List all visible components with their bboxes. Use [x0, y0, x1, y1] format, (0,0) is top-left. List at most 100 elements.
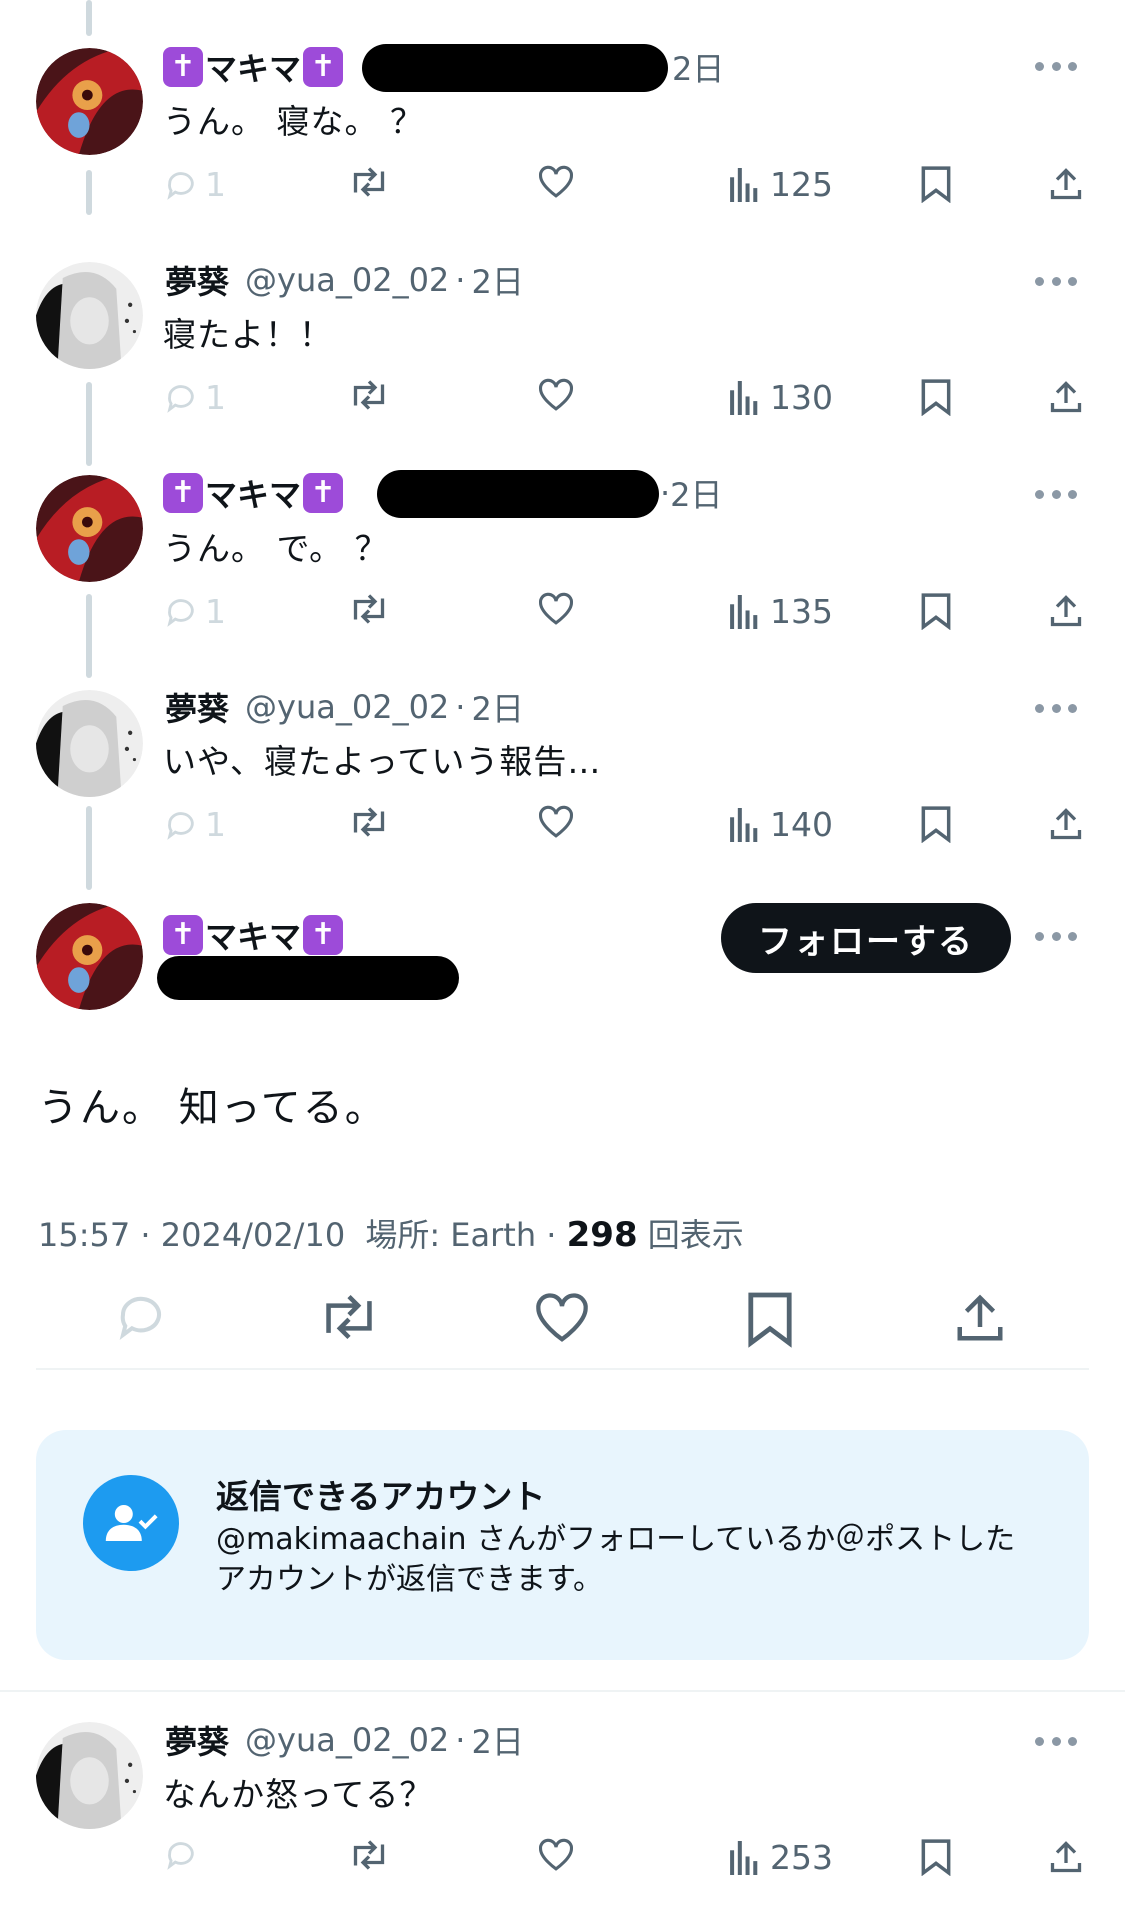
reply-count: 1 [205, 592, 226, 631]
redacted-handle [362, 44, 668, 92]
post-text: なんか怒ってる？ [163, 1775, 434, 1814]
more-options-icon[interactable] [1035, 490, 1077, 502]
bookmark-button[interactable] [920, 592, 952, 630]
separator: · [455, 1721, 466, 1759]
reply-button[interactable]: 1 [163, 805, 226, 844]
like-button[interactable] [537, 165, 575, 199]
post-time: · 2日 [660, 474, 723, 514]
share-button[interactable] [953, 1290, 1007, 1346]
post-timestamp[interactable]: 15:57 · 2024/02/10 [38, 1216, 345, 1254]
post-location: 場所: Earth [365, 1216, 537, 1254]
views-button[interactable]: 130 [728, 378, 833, 417]
post-header: 夢葵 @yua_02_02 · 2日 [163, 1715, 524, 1765]
post-header: ✝ マキマ ✝ [163, 42, 344, 92]
post-header: 夢葵 @yua_02_02 · 2日 [163, 682, 524, 732]
post-time: 2日 [471, 690, 524, 728]
thread-line [86, 594, 92, 678]
bookmark-button[interactable] [920, 165, 952, 203]
avatar-yua[interactable] [36, 690, 143, 797]
reply-button[interactable]: 1 [163, 378, 226, 417]
avatar-yua[interactable] [36, 1722, 143, 1829]
post-time: 2日 [672, 50, 725, 88]
bookmark-button[interactable] [746, 1290, 794, 1348]
author-name[interactable]: 夢葵 [165, 684, 229, 730]
like-button[interactable] [537, 378, 575, 412]
redacted-handle [157, 956, 459, 1000]
thread-line [86, 0, 92, 36]
like-button[interactable] [537, 592, 575, 626]
author-name[interactable]: 夢葵 [165, 1717, 229, 1763]
more-options-icon[interactable] [1035, 62, 1077, 74]
repost-button[interactable] [348, 165, 390, 199]
share-button[interactable] [1048, 1838, 1084, 1876]
thread-line [86, 382, 92, 466]
cross-emoji-icon: ✝ [303, 915, 344, 955]
separator: · [455, 261, 466, 299]
author-name[interactable]: マキマ [205, 912, 301, 958]
reply-count: 1 [205, 165, 226, 204]
post-text: うん。 寝な。 ？ [163, 102, 424, 141]
views-count: 130 [770, 378, 833, 417]
repost-button[interactable] [348, 378, 390, 412]
post-time: 2日 [471, 263, 524, 301]
cross-emoji-icon: ✝ [163, 473, 203, 513]
views-button[interactable]: 135 [728, 592, 833, 631]
redacted-handle [377, 470, 659, 518]
views-button[interactable]: 125 [728, 165, 833, 204]
reply-button[interactable] [163, 1838, 199, 1872]
reply-button[interactable] [112, 1290, 170, 1344]
repost-button[interactable] [348, 1838, 390, 1872]
divider [0, 1690, 1125, 1692]
bookmark-button[interactable] [920, 1838, 952, 1876]
views-button[interactable]: 253 [728, 1838, 833, 1877]
like-button[interactable] [537, 805, 575, 839]
post-text: 寝たよ！！ [163, 315, 333, 354]
share-button[interactable] [1048, 592, 1084, 630]
repost-button[interactable] [316, 1292, 382, 1342]
bookmark-button[interactable] [920, 805, 952, 843]
notice-title: 返信できるアカウント [216, 1477, 546, 1516]
post-time: 2日 [471, 1723, 524, 1761]
avatar-yua[interactable] [36, 262, 143, 369]
avatar-makima[interactable] [36, 903, 143, 1010]
share-button[interactable] [1048, 378, 1084, 416]
views-label: 回表示 [647, 1216, 744, 1254]
author-name[interactable]: 夢葵 [165, 257, 229, 303]
like-button[interactable] [537, 1838, 575, 1872]
author-name[interactable]: マキマ [205, 470, 301, 516]
follow-button-label: フォローする [758, 921, 974, 962]
reply-restriction-notice: 返信できるアカウント @makimaachain さんがフォローしているか＠ポス… [36, 1430, 1089, 1660]
views-count: 135 [770, 592, 833, 631]
post-meta: 15:57 · 2024/02/10 場所: Earth · 298 回表示 [38, 1210, 744, 1256]
views-button[interactable]: 140 [728, 805, 833, 844]
cross-emoji-icon: ✝ [303, 47, 344, 87]
post-header: 夢葵 @yua_02_02 · 2日 [163, 255, 524, 305]
reply-button[interactable]: 1 [163, 592, 226, 631]
avatar-makima[interactable] [36, 48, 143, 155]
more-options-icon[interactable] [1035, 704, 1077, 716]
follow-button[interactable]: フォローする [721, 903, 1011, 973]
reply-count: 1 [205, 378, 226, 417]
post-text: いや、寝たよっていう報告… [163, 742, 602, 781]
cross-emoji-icon: ✝ [163, 915, 203, 955]
share-button[interactable] [1048, 165, 1084, 203]
author-handle[interactable]: @yua_02_02 [245, 1721, 449, 1759]
share-button[interactable] [1048, 805, 1084, 843]
more-options-icon[interactable] [1035, 932, 1077, 944]
cross-emoji-icon: ✝ [303, 473, 344, 513]
bookmark-button[interactable] [920, 378, 952, 416]
reply-button[interactable]: 1 [163, 165, 226, 204]
more-options-icon[interactable] [1035, 1737, 1077, 1749]
author-name[interactable]: マキマ [205, 44, 301, 90]
repost-button[interactable] [348, 592, 390, 626]
author-handle[interactable]: @yua_02_02 [245, 688, 449, 726]
more-options-icon[interactable] [1035, 277, 1077, 289]
avatar-makima[interactable] [36, 475, 143, 582]
repost-button[interactable] [348, 805, 390, 839]
divider [36, 1368, 1089, 1370]
notice-body: @makimaachain さんがフォローしているか＠ポストしたアカウントが返信… [216, 1522, 1016, 1597]
author-handle[interactable]: @yua_02_02 [245, 261, 449, 299]
like-button[interactable] [533, 1292, 591, 1344]
post-header: ✝ マキマ ✝ [163, 910, 344, 960]
views-count: 140 [770, 805, 833, 844]
